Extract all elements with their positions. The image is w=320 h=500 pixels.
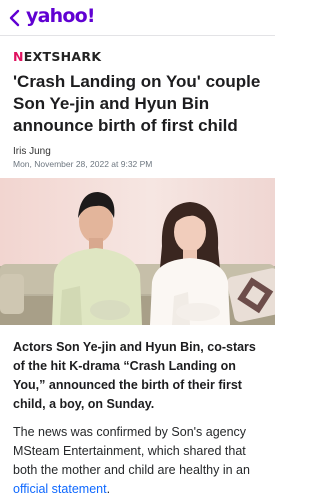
yahoo-logo[interactable]: yahoo! [26, 4, 96, 28]
source-publisher-logo[interactable]: NEXTSHARK [13, 49, 101, 65]
source-logo-text: EXTSHARK [23, 49, 102, 64]
article-lede: Actors Son Ye-jin and Hyun Bin, co-stars… [13, 340, 256, 411]
article-hero-image [0, 178, 275, 325]
back-button[interactable] [8, 8, 22, 28]
article-headline: 'Crash Landing on You' couple Son Ye-jin… [13, 72, 261, 135]
body-text: The news was confirmed by Son's agency M… [13, 425, 250, 477]
body-text-tail: . [106, 482, 111, 496]
article-timestamp: Mon, November 28, 2022 at 9:32 PM [13, 159, 153, 169]
source-logo-mark: N [13, 49, 24, 64]
chevron-left-icon [9, 9, 20, 27]
official-statement-link[interactable]: official statement [13, 482, 107, 496]
top-navigation-bar: yahoo! [0, 0, 275, 36]
article-body-paragraph: The news was confirmed by Son's agency M… [13, 423, 271, 499]
hero-photo-illustration [0, 178, 275, 325]
article-author: Iris Jung [13, 146, 51, 157]
